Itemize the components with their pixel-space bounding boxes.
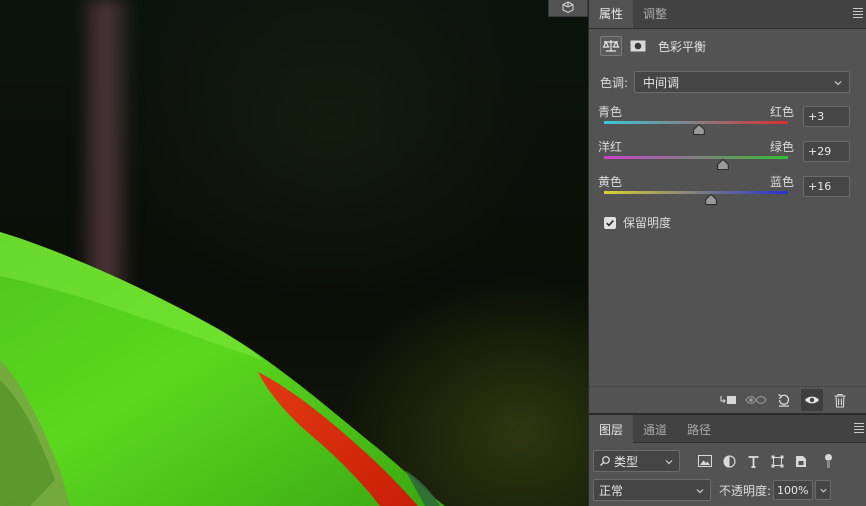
yellow-blue-track[interactable] [604,191,788,194]
view-previous-state-icon[interactable] [745,389,767,411]
type-filter-icon[interactable] [744,452,762,470]
image-filter-icon[interactable] [696,452,714,470]
magenta-green-slider: 洋红 绿色 +29 [598,138,866,174]
tab-adjustments[interactable]: 调整 [633,0,677,28]
adjustment-filter-icon[interactable] [720,452,738,470]
chevron-down-icon [695,485,705,499]
blue-label: 蓝色 [769,175,794,189]
layer-filter-icons [696,452,834,470]
opacity-dropdown-button[interactable] [815,480,832,500]
yellow-label: 黄色 [598,175,623,189]
magenta-green-thumb[interactable] [716,159,729,170]
layer-filter-label: 类型 [614,454,639,469]
clip-to-layer-icon[interactable] [717,389,739,411]
blend-row: 正常 不透明度: 100% [593,479,832,501]
document-canvas[interactable] [0,0,588,506]
tone-label: 色调: [600,75,629,90]
cyan-red-value-input[interactable]: +3 [803,106,850,127]
cyan-red-thumb[interactable] [692,124,705,135]
red-label: 红色 [769,105,794,119]
yellow-blue-thumb[interactable] [704,194,717,205]
magenta-green-track[interactable] [604,156,788,159]
tone-select-value: 中间调 [643,75,680,90]
properties-footer [589,386,866,413]
cyan-red-slider: 青色 红色 +3 [598,103,866,139]
properties-header: 色彩平衡 [589,29,866,63]
panel-toggle-button[interactable] [548,0,588,17]
yellow-blue-slider: 黄色 蓝色 +16 [598,173,866,209]
smart-object-filter-icon[interactable] [792,452,810,470]
filter-toggle-switch[interactable] [824,453,834,469]
chevron-down-icon [664,456,674,470]
yellow-blue-value-input[interactable]: +16 [803,176,850,197]
layers-panel-menu-icon[interactable] [854,423,864,435]
layer-filter-select[interactable]: 类型 [593,450,680,472]
tab-properties[interactable]: 属性 [589,0,634,28]
tab-paths[interactable]: 路径 [677,415,721,443]
chevron-down-icon [819,486,828,495]
preserve-luminosity-label: 保留明度 [623,216,672,230]
properties-tabbar: 属性 调整 [589,0,866,29]
search-icon [599,455,611,467]
balance-scale-icon[interactable] [600,36,622,56]
layers-tabbar: 图层 通道 路径 [589,415,866,443]
blend-mode-select[interactable]: 正常 [593,479,711,501]
delete-icon[interactable] [829,389,851,411]
reset-icon[interactable] [773,389,795,411]
right-panel-dock: 属性 调整 色彩平衡 色调: 中间调 青色 红色 +3 洋红 绿色 +29 黄色… [588,0,866,506]
cyan-label: 青色 [598,105,623,119]
layer-mask-icon[interactable] [628,36,648,56]
preserve-luminosity-checkbox[interactable] [604,216,616,229]
adjustment-title: 色彩平衡 [658,39,707,54]
parrot-photo [0,232,445,506]
chevron-down-icon [833,77,843,91]
panel-menu-icon[interactable] [853,8,863,20]
shape-filter-icon[interactable] [768,452,786,470]
tab-layers[interactable]: 图层 [589,415,634,443]
green-label: 绿色 [769,140,794,154]
magenta-label: 洋红 [598,140,623,154]
blend-mode-value: 正常 [599,483,624,498]
layer-filter-row: 类型 [593,450,834,472]
magenta-green-value-input[interactable]: +29 [803,141,850,162]
preserve-luminosity-row[interactable]: 保留明度 [604,214,671,231]
tab-channels[interactable]: 通道 [633,415,677,443]
opacity-label: 不透明度: [719,483,772,498]
cube-icon [561,0,575,16]
opacity-input[interactable]: 100% [773,480,814,500]
tone-row: 色调: 中间调 [600,71,850,93]
tone-select[interactable]: 中间调 [634,71,850,93]
visibility-eye-icon[interactable] [801,389,823,411]
